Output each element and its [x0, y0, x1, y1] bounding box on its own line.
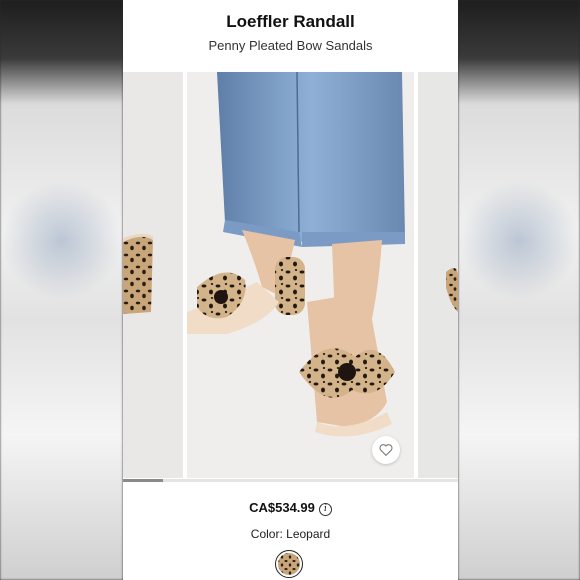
product-card: Loeffler Randall Penny Pleated Bow Sanda… — [123, 0, 458, 580]
shoe-image-next — [418, 72, 458, 478]
carousel-image-next[interactable] — [418, 72, 458, 478]
carousel-scroll-thumb[interactable] — [123, 479, 163, 482]
image-carousel[interactable] — [123, 72, 458, 482]
price: CA$534.99 — [249, 500, 315, 515]
background-blur-left — [0, 0, 123, 580]
product-title: Penny Pleated Bow Sandals — [208, 38, 373, 53]
color-swatch-leopard[interactable] — [275, 550, 303, 578]
color-label: Color: Leopard — [250, 527, 331, 541]
carousel-scroll-track[interactable] — [123, 479, 458, 482]
brand-name[interactable]: Loeffler Randall — [123, 12, 458, 32]
heart-icon — [379, 444, 393, 456]
favorite-button[interactable] — [372, 436, 400, 464]
info-icon[interactable]: i — [318, 503, 332, 516]
carousel-image-current[interactable] — [187, 72, 414, 478]
price-row: CA$534.99 i — [123, 500, 458, 516]
leopard-swatch-icon — [278, 553, 300, 575]
background-blur-right — [458, 0, 580, 580]
carousel-image-previous[interactable] — [123, 72, 183, 478]
shoe-image-previous — [123, 72, 183, 478]
shoe-image-main — [187, 72, 414, 478]
